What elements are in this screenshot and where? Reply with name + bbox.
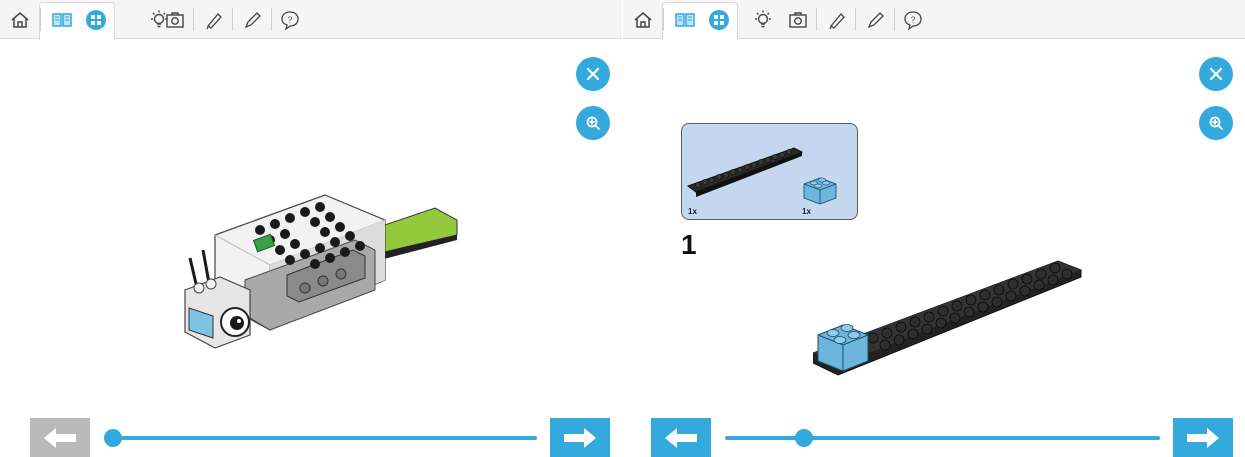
close-button[interactable] bbox=[1199, 57, 1233, 91]
svg-text:?: ? bbox=[288, 15, 293, 24]
step-number: 1 bbox=[681, 229, 697, 260]
zoom-button[interactable] bbox=[1199, 106, 1233, 140]
arrow-right-icon bbox=[1187, 427, 1219, 448]
right-panel: ? 1x 1x 1 bbox=[623, 0, 1245, 457]
book-icon[interactable] bbox=[44, 0, 80, 39]
pencil-icon[interactable] bbox=[858, 0, 894, 39]
parts-list-box: 1x 1x bbox=[681, 123, 858, 220]
home-icon[interactable] bbox=[625, 0, 661, 39]
pen-icon[interactable] bbox=[196, 0, 232, 39]
progress-slider-handle[interactable] bbox=[795, 429, 813, 447]
black-plate-part-image bbox=[686, 147, 804, 197]
progress-slider-handle[interactable] bbox=[104, 429, 122, 447]
app-root: ? ? 1x 1x 1 bbox=[0, 0, 1245, 457]
toolbar-divider bbox=[855, 8, 856, 31]
toolbar-divider bbox=[40, 8, 41, 31]
home-icon[interactable] bbox=[2, 0, 38, 39]
grid-icon[interactable] bbox=[86, 10, 106, 30]
close-icon bbox=[586, 67, 600, 81]
progress-track[interactable] bbox=[104, 436, 537, 440]
previous-button[interactable] bbox=[30, 418, 90, 457]
lightbulb-icon[interactable] bbox=[745, 0, 781, 39]
toolbar-divider bbox=[663, 8, 664, 31]
arrow-left-icon bbox=[665, 427, 697, 448]
snail-model-image bbox=[184, 194, 458, 349]
part-count-label: 1x bbox=[688, 207, 697, 216]
book-icon[interactable] bbox=[667, 0, 703, 39]
close-button[interactable] bbox=[576, 57, 610, 91]
zoom-in-icon bbox=[1209, 116, 1223, 130]
camera-icon[interactable] bbox=[157, 0, 193, 39]
svg-text:?: ? bbox=[911, 15, 916, 24]
toolbar-divider bbox=[193, 8, 194, 31]
next-button[interactable] bbox=[550, 418, 610, 457]
arrow-right-icon bbox=[564, 427, 596, 448]
right-toolbar: ? bbox=[623, 0, 1245, 40]
camera-icon[interactable] bbox=[780, 0, 816, 39]
help-icon[interactable]: ? bbox=[895, 0, 931, 39]
toolbar-divider bbox=[816, 8, 817, 31]
zoom-in-icon bbox=[586, 116, 600, 130]
blue-brick-part-image bbox=[803, 177, 837, 205]
left-toolbar: ? bbox=[0, 0, 622, 40]
part-count-label: 1x bbox=[802, 207, 811, 216]
toolbar-divider bbox=[232, 8, 233, 31]
build-step-image bbox=[813, 260, 1082, 376]
arrow-left-icon bbox=[44, 427, 76, 448]
pen-icon[interactable] bbox=[819, 0, 855, 39]
zoom-button[interactable] bbox=[576, 106, 610, 140]
help-icon[interactable]: ? bbox=[272, 0, 308, 39]
close-icon bbox=[1209, 67, 1223, 81]
grid-icon[interactable] bbox=[709, 10, 729, 30]
pencil-icon[interactable] bbox=[235, 0, 271, 39]
previous-button[interactable] bbox=[651, 418, 711, 457]
next-button[interactable] bbox=[1173, 418, 1233, 457]
progress-track[interactable] bbox=[725, 436, 1160, 440]
left-panel: ? bbox=[0, 0, 622, 457]
